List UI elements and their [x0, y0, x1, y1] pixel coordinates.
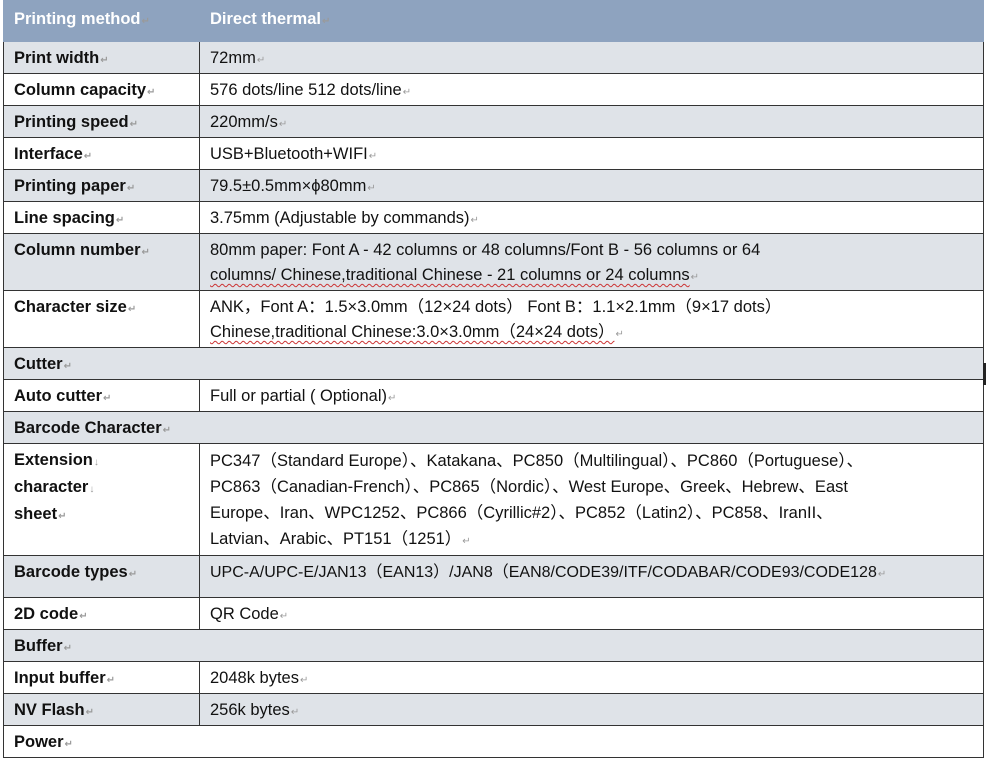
- row-value: QR Code↵: [199, 597, 984, 630]
- row-label: Input buffer↵: [3, 661, 200, 694]
- table-section-row: Buffer↵: [3, 629, 984, 662]
- table-row: Printing speed↵ 220mm/s↵: [3, 105, 984, 138]
- row-label: NV Flash↵: [3, 693, 200, 726]
- row-label: Printing speed↵: [3, 105, 200, 138]
- table-row: Auto cutter↵ Full or partial ( Optional)…: [3, 379, 984, 412]
- row-value: 256k bytes↵: [199, 693, 984, 726]
- table-row: Printing paper↵ 79.5±0.5mm×ϕ80mm↵: [3, 169, 984, 202]
- section-label: Power↵: [3, 725, 984, 758]
- table-section-row: Cutter↵: [3, 347, 984, 380]
- table-row: Print width↵ 72mm↵: [3, 41, 984, 74]
- row-value: 80mm paper: Font A - 42 columns or 48 co…: [199, 233, 984, 291]
- row-value: PC347（Standard Europe）、Katakana、PC850（Mu…: [199, 443, 984, 556]
- table-row: Extension↓ character↓ sheet↵ PC347（Stand…: [3, 443, 984, 556]
- row-label: Print width↵: [3, 41, 200, 74]
- row-value: 220mm/s↵: [199, 105, 984, 138]
- section-label: Cutter↵: [3, 347, 984, 380]
- table-row: Input buffer↵ 2048k bytes↵: [3, 661, 984, 694]
- table-row: Interface↵ USB+Bluetooth+WIFI↵: [3, 137, 984, 170]
- row-label: Interface↵: [3, 137, 200, 170]
- spec-table: Printing method↵ Direct thermal↵ Print w…: [3, 0, 984, 758]
- row-label: Character size↵: [3, 290, 200, 348]
- row-value: Full or partial ( Optional)↵: [199, 379, 984, 412]
- row-label: Printing paper↵: [3, 169, 200, 202]
- table-row: NV Flash↵ 256k bytes↵: [3, 693, 984, 726]
- row-label: Column capacity↵: [3, 73, 200, 106]
- row-label: Barcode types↵: [3, 555, 200, 598]
- table-section-row: Power↵: [3, 725, 984, 758]
- section-label: Barcode Character↵: [3, 411, 984, 444]
- row-label: Line spacing↵: [3, 201, 200, 234]
- table-row: Character size↵ ANK，Font A：1.5×3.0mm（12×…: [3, 290, 984, 348]
- table-row: Barcode types↵ UPC-A/UPC-E/JAN13（EAN13）/…: [3, 555, 984, 598]
- table-row: Column number↵ 80mm paper: Font A - 42 c…: [3, 233, 984, 291]
- row-label: Column number↵: [3, 233, 200, 291]
- row-label: Extension↓ character↓ sheet↵: [3, 443, 200, 556]
- row-label: 2D code↵: [3, 597, 200, 630]
- table-header-row: Printing method↵ Direct thermal↵: [3, 0, 984, 42]
- text-cursor-marker: [983, 363, 986, 385]
- section-label: Buffer↵: [3, 629, 984, 662]
- row-value: USB+Bluetooth+WIFI↵: [199, 137, 984, 170]
- row-value: 72mm↵: [199, 41, 984, 74]
- row-value: UPC-A/UPC-E/JAN13（EAN13）/JAN8（EAN8/CODE3…: [199, 555, 984, 598]
- row-value: 576 dots/line 512 dots/line↵: [199, 73, 984, 106]
- table-row: Column capacity↵ 576 dots/line 512 dots/…: [3, 73, 984, 106]
- row-label: Auto cutter↵: [3, 379, 200, 412]
- row-value: 3.75mm (Adjustable by commands)↵: [199, 201, 984, 234]
- table-section-row: Barcode Character↵: [3, 411, 984, 444]
- table-row: 2D code↵ QR Code↵: [3, 597, 984, 630]
- table-row: Line spacing↵ 3.75mm (Adjustable by comm…: [3, 201, 984, 234]
- row-value: 2048k bytes↵: [199, 661, 984, 694]
- header-value: Direct thermal↵: [199, 0, 984, 42]
- row-value: 79.5±0.5mm×ϕ80mm↵: [199, 169, 984, 202]
- row-value: ANK，Font A：1.5×3.0mm（12×24 dots） Font B：…: [199, 290, 984, 348]
- header-label: Printing method↵: [3, 0, 200, 42]
